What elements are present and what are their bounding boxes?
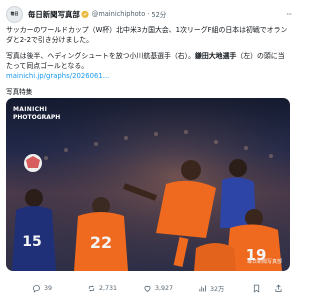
tweet-header: 毎日 毎日新聞写真部 @mainichiphoto · 52分 ··· — [6, 5, 292, 23]
svg-text:15: 15 — [22, 234, 41, 250]
post-time[interactable]: 52分 — [151, 9, 166, 19]
repost-icon — [88, 285, 95, 291]
share-button[interactable] — [274, 284, 286, 293]
like-button[interactable]: 3,927 — [143, 284, 173, 293]
avatar[interactable]: 毎日 — [6, 5, 23, 23]
bookmark-icon — [253, 284, 260, 293]
like-icon — [144, 285, 151, 292]
like-count: 3,927 — [155, 284, 174, 292]
repost-count: 2,731 — [99, 284, 118, 292]
views-icon — [199, 285, 206, 291]
watermark-line-1: MAINICHI — [13, 106, 48, 113]
post-text: サッカーのワールドカップ（W杯）北中米3カ国大会、1次リーグF組の日本は初戦でオ… — [6, 25, 291, 81]
photo-corner-credit: 毎日新聞写真部 — [246, 259, 282, 265]
reply-count: 39 — [44, 284, 53, 292]
more-icon[interactable]: ··· — [286, 10, 292, 19]
photo-watermark: MAINICHI PHOTOGRAPH — [13, 106, 60, 122]
account-name[interactable]: 毎日新聞写真部 — [28, 9, 80, 20]
repost-button[interactable]: 2,731 — [87, 284, 117, 293]
reply-button[interactable]: 39 — [32, 284, 52, 293]
share-icon — [275, 284, 282, 292]
separator-dot: · — [147, 10, 150, 18]
post-paragraph-2-bold: 鎌田大地選手 — [195, 52, 237, 60]
reply-icon — [33, 284, 40, 293]
svg-text:22: 22 — [90, 233, 112, 252]
photo-credit: 写真特集 — [6, 88, 33, 96]
post-paragraph-2: 写真は後半、ヘディングシュートを放つ小川航基選手（右）。鎌田大地選手（左）の頭に… — [6, 51, 291, 71]
bookmark-button[interactable] — [252, 284, 264, 293]
soccer-scene: 15 22 19 — [6, 98, 290, 271]
post-paragraph-1: サッカーのワールドカップ（W杯）北中米3カ国大会、1次リーグF組の日本は初戦でオ… — [6, 26, 288, 44]
account-handle[interactable]: @mainichiphoto — [92, 10, 146, 18]
post-paragraph-2-text: 写真は後半、ヘディングシュートを放つ小川航基選手（右）。 — [6, 52, 196, 60]
views-button[interactable]: 32万 — [198, 284, 224, 293]
post-link[interactable]: mainichi.jp/graphs/2026061... — [6, 72, 109, 80]
avatar-text: 毎日 — [10, 11, 19, 16]
views-count: 32万 — [210, 285, 225, 293]
action-bar: 39 2,731 3,927 32万 — [6, 282, 291, 294]
tweet-card[interactable]: 毎日 毎日新聞写真部 @mainichiphoto · 52分 ··· サッカー… — [0, 0, 297, 300]
post-photo[interactable]: 15 22 19 MAINICHI PHOTOGRAPH 毎日新聞写真部 — [6, 98, 290, 271]
watermark-line-2: PHOTOGRAPH — [13, 114, 61, 121]
verified-icon — [80, 10, 89, 18]
